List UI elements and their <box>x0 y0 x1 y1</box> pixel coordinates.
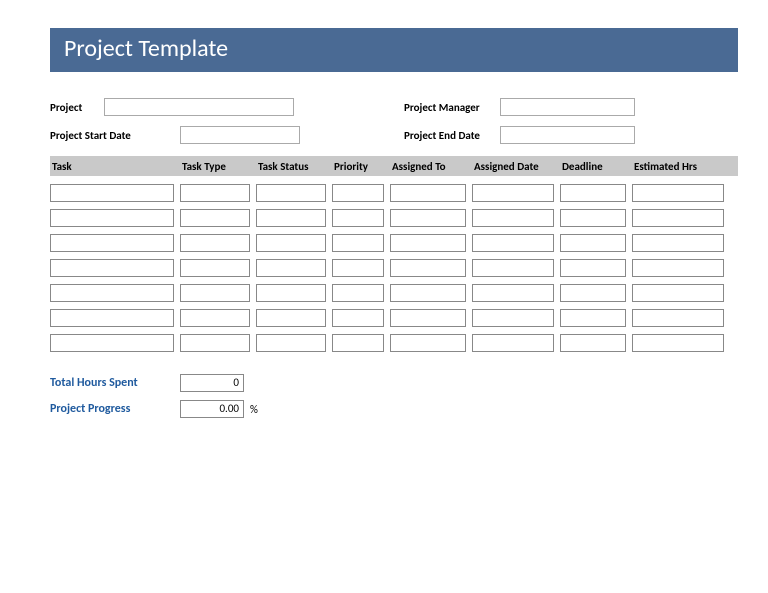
cell-task-type[interactable] <box>180 259 250 277</box>
col-assigned-to: Assigned To <box>390 160 472 173</box>
project-progress-value[interactable]: 0.00 <box>180 400 244 418</box>
col-assigned-date: Assigned Date <box>472 160 560 173</box>
cell-task-type[interactable] <box>180 284 250 302</box>
cell-assigned-date[interactable] <box>472 184 554 202</box>
project-end-date-input[interactable] <box>500 126 635 144</box>
cell-deadline[interactable] <box>560 309 626 327</box>
project-meta: Project Project Manager Project Start Da… <box>50 98 738 144</box>
cell-estimated-hrs[interactable] <box>632 309 724 327</box>
cell-assigned-date[interactable] <box>472 334 554 352</box>
project-start-date-label: Project Start Date <box>50 129 180 142</box>
cell-task-status[interactable] <box>256 309 326 327</box>
cell-task-status[interactable] <box>256 184 326 202</box>
cell-task[interactable] <box>50 309 174 327</box>
cell-task-type[interactable] <box>180 209 250 227</box>
cell-estimated-hrs[interactable] <box>632 334 724 352</box>
total-hours-label: Total Hours Spent <box>50 376 180 390</box>
cell-assigned-date[interactable] <box>472 309 554 327</box>
project-manager-input[interactable] <box>500 98 635 116</box>
cell-task[interactable] <box>50 209 174 227</box>
cell-task-type[interactable] <box>180 309 250 327</box>
cell-task[interactable] <box>50 284 174 302</box>
cell-task[interactable] <box>50 259 174 277</box>
table-row <box>50 284 738 302</box>
cell-priority[interactable] <box>332 234 384 252</box>
cell-task-status[interactable] <box>256 209 326 227</box>
cell-task-status[interactable] <box>256 284 326 302</box>
cell-assigned-to[interactable] <box>390 184 466 202</box>
table-row <box>50 334 738 352</box>
cell-deadline[interactable] <box>560 259 626 277</box>
cell-assigned-date[interactable] <box>472 259 554 277</box>
cell-task-status[interactable] <box>256 259 326 277</box>
task-table: Task Task Type Task Status Priority Assi… <box>50 156 738 352</box>
col-priority: Priority <box>332 160 390 173</box>
cell-assigned-date[interactable] <box>472 284 554 302</box>
cell-deadline[interactable] <box>560 184 626 202</box>
summary-section: Total Hours Spent 0 Project Progress 0.0… <box>50 374 738 418</box>
cell-assigned-to[interactable] <box>390 284 466 302</box>
table-header: Task Task Type Task Status Priority Assi… <box>50 156 738 176</box>
col-task-type: Task Type <box>180 160 256 173</box>
table-row <box>50 209 738 227</box>
cell-task-status[interactable] <box>256 234 326 252</box>
table-row <box>50 259 738 277</box>
total-hours-value[interactable]: 0 <box>180 374 244 392</box>
cell-estimated-hrs[interactable] <box>632 209 724 227</box>
cell-assigned-date[interactable] <box>472 234 554 252</box>
project-input[interactable] <box>104 98 294 116</box>
cell-estimated-hrs[interactable] <box>632 184 724 202</box>
cell-task-status[interactable] <box>256 334 326 352</box>
cell-task[interactable] <box>50 334 174 352</box>
cell-priority[interactable] <box>332 259 384 277</box>
cell-task-type[interactable] <box>180 184 250 202</box>
cell-assigned-to[interactable] <box>390 309 466 327</box>
cell-task[interactable] <box>50 184 174 202</box>
cell-deadline[interactable] <box>560 209 626 227</box>
cell-priority[interactable] <box>332 309 384 327</box>
col-task: Task <box>50 160 180 173</box>
cell-estimated-hrs[interactable] <box>632 284 724 302</box>
col-task-status: Task Status <box>256 160 332 173</box>
project-progress-label: Project Progress <box>50 402 180 416</box>
cell-assigned-to[interactable] <box>390 234 466 252</box>
cell-task-type[interactable] <box>180 234 250 252</box>
project-label: Project <box>50 101 104 114</box>
cell-deadline[interactable] <box>560 284 626 302</box>
cell-assigned-to[interactable] <box>390 334 466 352</box>
cell-priority[interactable] <box>332 284 384 302</box>
cell-assigned-to[interactable] <box>390 259 466 277</box>
cell-assigned-to[interactable] <box>390 209 466 227</box>
col-deadline: Deadline <box>560 160 632 173</box>
page-title: Project Template <box>50 28 738 72</box>
cell-priority[interactable] <box>332 209 384 227</box>
cell-estimated-hrs[interactable] <box>632 234 724 252</box>
cell-priority[interactable] <box>332 334 384 352</box>
cell-deadline[interactable] <box>560 234 626 252</box>
table-row <box>50 234 738 252</box>
cell-task-type[interactable] <box>180 334 250 352</box>
table-row <box>50 184 738 202</box>
cell-task[interactable] <box>50 234 174 252</box>
percent-symbol: % <box>250 403 258 416</box>
project-start-date-input[interactable] <box>180 126 300 144</box>
table-row <box>50 309 738 327</box>
cell-priority[interactable] <box>332 184 384 202</box>
project-end-date-label: Project End Date <box>404 129 500 142</box>
col-estimated-hrs: Estimated Hrs <box>632 160 724 173</box>
project-manager-label: Project Manager <box>404 101 500 114</box>
cell-assigned-date[interactable] <box>472 209 554 227</box>
cell-estimated-hrs[interactable] <box>632 259 724 277</box>
cell-deadline[interactable] <box>560 334 626 352</box>
